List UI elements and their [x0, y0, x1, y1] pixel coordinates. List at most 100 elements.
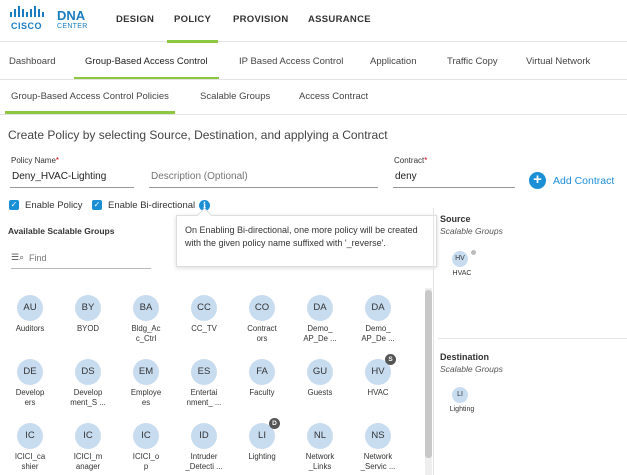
- group-avatar: CC: [191, 295, 217, 321]
- group-name: Entertai nment_ ...: [186, 388, 222, 407]
- nav-policy[interactable]: POLICY: [166, 14, 219, 43]
- tab-group-based-access-control[interactable]: Group-Based Access Control: [74, 56, 218, 79]
- tab-traffic-copy[interactable]: Traffic Copy: [447, 56, 498, 67]
- source-selected-group[interactable]: HV HVAC: [440, 249, 480, 285]
- group-name: Lighting: [248, 452, 276, 461]
- tab-dashboard[interactable]: Dashboard: [9, 56, 55, 67]
- company-name: CISCO: [11, 21, 43, 31]
- group-avatar: EM: [133, 359, 159, 385]
- scalable-group-tile[interactable]: BA Bldg_Ac c_Ctrl: [118, 290, 176, 350]
- nav-design[interactable]: DESIGN: [116, 14, 154, 25]
- group-avatar: DE: [17, 359, 43, 385]
- scalable-group-tile[interactable]: NS Network _Servic ...: [350, 418, 408, 475]
- source-title: Source: [440, 214, 471, 224]
- group-name: Guests: [307, 388, 333, 397]
- policy-name-label: Policy Name*: [11, 156, 60, 165]
- tab-application[interactable]: Application: [370, 56, 416, 67]
- groups-scrollbar[interactable]: [425, 288, 432, 475]
- group-avatar: FA: [249, 359, 275, 385]
- scalable-group-tile[interactable]: DE Develop ers: [2, 354, 60, 414]
- group-search-input[interactable]: [29, 250, 147, 266]
- tab-access-contract[interactable]: Access Contract: [299, 91, 368, 102]
- source-destination-divider: [438, 338, 627, 339]
- group-name: Intruder _Detecti ...: [185, 452, 223, 471]
- scalable-group-tile[interactable]: IC ICICI_o p: [118, 418, 176, 475]
- nav-assurance[interactable]: ASSURANCE: [308, 14, 371, 25]
- group-search: ☰⌕: [11, 250, 151, 269]
- top-navigation-bar: CISCO DNA CENTER DESIGN POLICY PROVISION…: [0, 0, 627, 43]
- group-name: HVAC: [452, 270, 472, 277]
- scalable-group-tile[interactable]: DA Demo_ AP_De ...: [292, 290, 350, 350]
- group-avatar: DA: [307, 295, 333, 321]
- group-avatar: LI: [452, 387, 468, 403]
- scalable-group-tile[interactable]: FA Faculty: [234, 354, 292, 414]
- scalable-group-tile[interactable]: LI D Lighting: [234, 418, 292, 475]
- group-avatar: NS: [365, 423, 391, 449]
- available-groups-title: Available Scalable Groups: [8, 226, 115, 236]
- scalable-group-tile[interactable]: GU Guests: [292, 354, 350, 414]
- scalable-group-tile[interactable]: DS Develop ment_S ...: [60, 354, 118, 414]
- panel-divider: [433, 208, 434, 475]
- scalable-group-tile[interactable]: IC ICICI_m anager: [60, 418, 118, 475]
- destination-selected-group[interactable]: LI Lighting: [440, 387, 480, 421]
- policy-name-input[interactable]: [10, 166, 134, 188]
- group-name: CC_TV: [191, 324, 217, 333]
- group-name: ICICI_ca shier: [14, 452, 46, 471]
- remove-icon[interactable]: [470, 249, 477, 256]
- group-avatar: NL: [307, 423, 333, 449]
- group-name: Faculty: [249, 388, 275, 397]
- checkmark-icon: ✓: [9, 200, 19, 210]
- tab-virtual-network[interactable]: Virtual Network: [526, 56, 590, 67]
- group-avatar: ID: [191, 423, 217, 449]
- plus-icon: +: [529, 172, 546, 189]
- group-name: Contract ors: [247, 324, 277, 343]
- group-avatar: AU: [17, 295, 43, 321]
- tab-ip-based-access-control[interactable]: IP Based Access Control: [239, 56, 343, 67]
- scalable-group-tile[interactable]: EM Employe es: [118, 354, 176, 414]
- enable-policy-label: Enable Policy: [25, 200, 83, 211]
- scrollbar-thumb[interactable]: [425, 290, 432, 458]
- nav-provision[interactable]: PROVISION: [233, 14, 289, 25]
- group-badge: D: [269, 418, 280, 429]
- group-name: ICICI_m anager: [73, 452, 103, 471]
- source-subtitle: Scalable Groups: [440, 226, 503, 236]
- destination-title: Destination: [440, 352, 490, 362]
- tab-gbac-policies[interactable]: Group-Based Access Control Policies: [5, 91, 175, 114]
- add-contract-label: Add Contract: [553, 175, 615, 187]
- scalable-group-tile[interactable]: CC CC_TV: [176, 290, 234, 350]
- page-title: Create Policy by selecting Source, Desti…: [8, 128, 388, 142]
- group-name: Develop ment_S ...: [70, 388, 106, 407]
- group-name: Network _Servic ...: [360, 452, 396, 471]
- gbac-subtabs: Group-Based Access Control Policies Scal…: [0, 81, 627, 115]
- group-avatar: BY: [75, 295, 101, 321]
- group-avatar: BA: [133, 295, 159, 321]
- product-subname: CENTER: [57, 23, 88, 30]
- tab-scalable-groups[interactable]: Scalable Groups: [200, 91, 270, 102]
- policy-subtabs: Dashboard Group-Based Access Control IP …: [0, 43, 627, 80]
- group-avatar: GU: [307, 359, 333, 385]
- group-avatar: DA: [365, 295, 391, 321]
- contract-label: Contract*: [394, 156, 428, 165]
- bidirectional-tooltip: On Enabling Bi-directional, one more pol…: [176, 215, 437, 267]
- group-avatar: IC: [75, 423, 101, 449]
- scalable-group-tile[interactable]: HV S HVAC: [350, 354, 408, 414]
- scalable-group-tile[interactable]: CO Contract ors: [234, 290, 292, 350]
- checkmark-icon: ✓: [92, 200, 102, 210]
- group-avatar: ES: [191, 359, 217, 385]
- group-name: Auditors: [15, 324, 45, 333]
- contract-input[interactable]: [393, 166, 515, 188]
- description-input[interactable]: [149, 166, 378, 188]
- product-name: DNA: [57, 8, 86, 23]
- cisco-dna-center-logo[interactable]: CISCO DNA CENTER: [9, 6, 99, 36]
- group-name: BYOD: [76, 324, 100, 333]
- enable-bidirectional-label: Enable Bi-directional: [108, 200, 196, 211]
- scalable-group-tile[interactable]: NL Network _Links: [292, 418, 350, 475]
- scalable-group-tile[interactable]: ES Entertai nment_ ...: [176, 354, 234, 414]
- scalable-group-tile[interactable]: DA Demo_ AP_De ...: [350, 290, 408, 350]
- scalable-group-tile[interactable]: AU Auditors: [2, 290, 60, 350]
- scalable-group-tile[interactable]: ID Intruder _Detecti ...: [176, 418, 234, 475]
- scalable-group-tile[interactable]: BY BYOD: [60, 290, 118, 350]
- scalable-group-tile[interactable]: IC ICICI_ca shier: [2, 418, 60, 475]
- group-avatar: CO: [249, 295, 275, 321]
- group-name: Lighting: [449, 406, 475, 413]
